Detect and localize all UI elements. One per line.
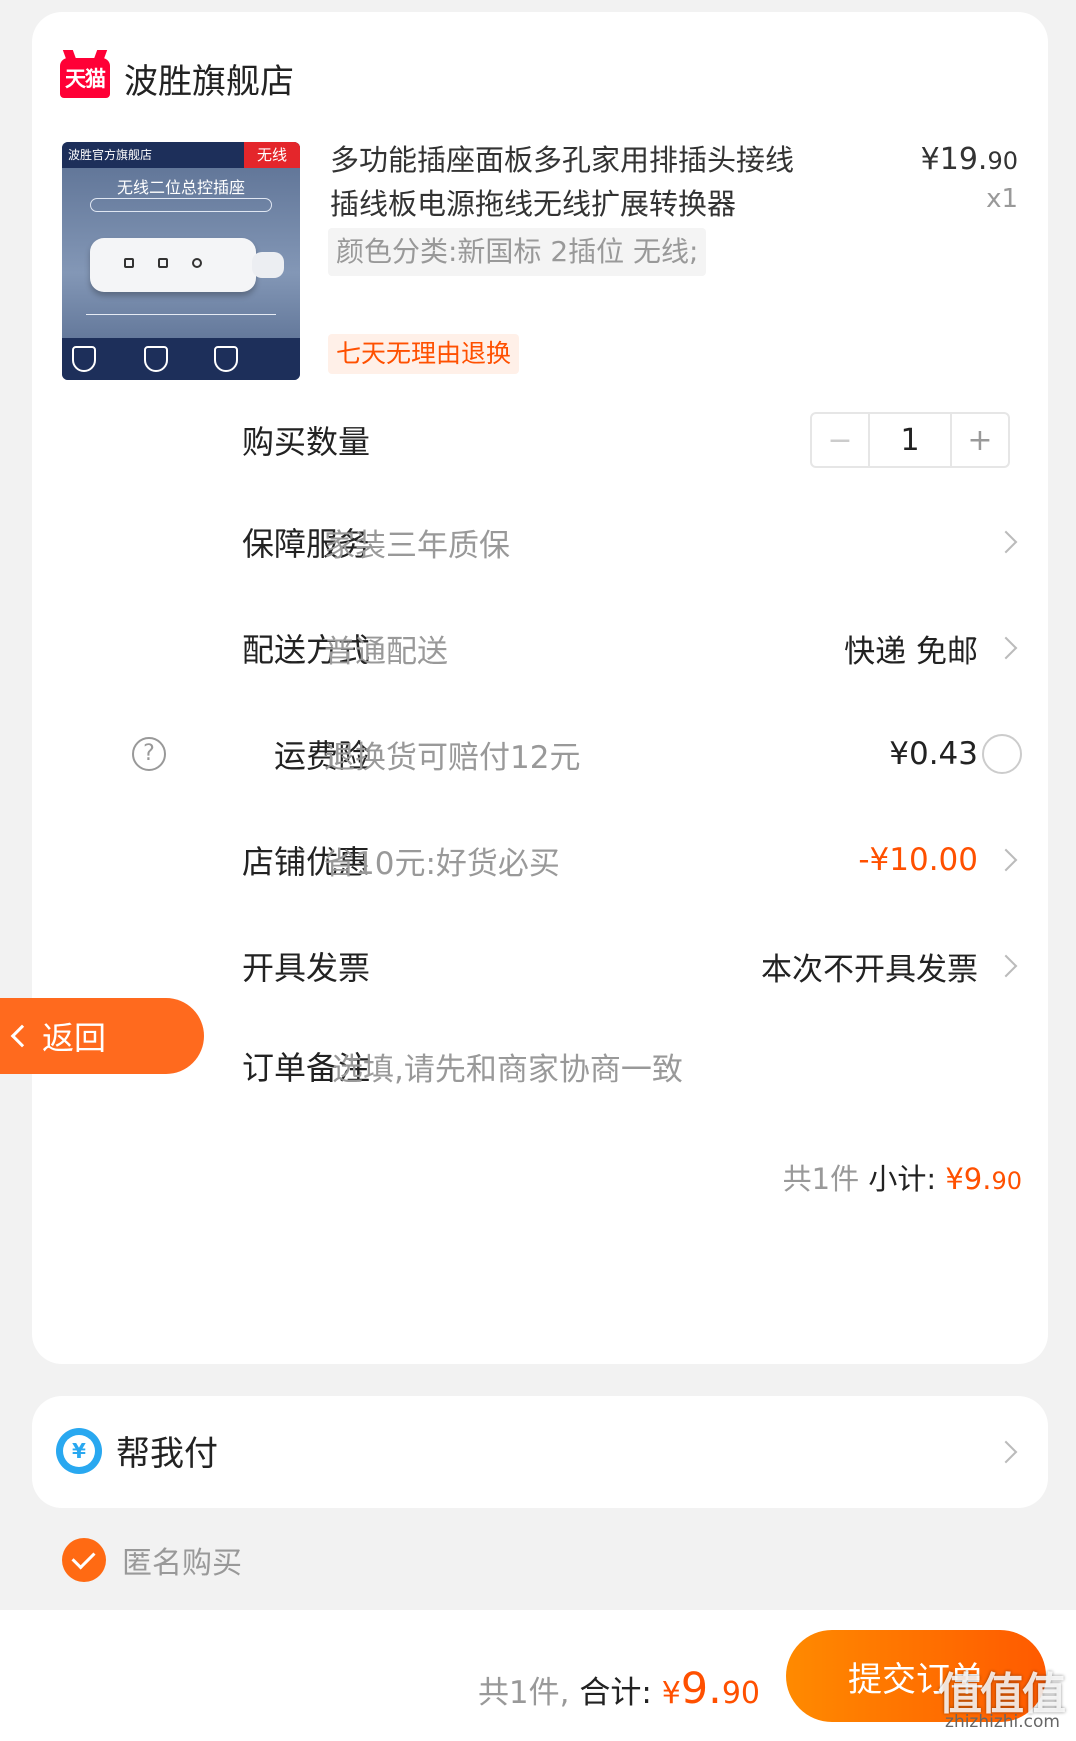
- shipping-insurance-value: 退换货可赔付12元: [324, 739, 581, 776]
- product-price: ¥19.90: [921, 142, 1018, 177]
- product-price-main: ¥19.: [920, 142, 988, 177]
- delivery-row[interactable]: 配送方式 普通配送 快递 免邮: [32, 618, 1048, 678]
- store-discount-amount: -¥10.00: [858, 842, 978, 878]
- thumbnail-feature-strip: [90, 198, 272, 212]
- subtotal: 共1件 小计: ¥9.90: [783, 1156, 1022, 1198]
- back-label: 返回: [42, 1019, 107, 1057]
- product-quantity: x1: [986, 184, 1018, 214]
- product-title[interactable]: 多功能插座面板多孔家用排插头接线插线板电源拖线无线扩展转换器: [330, 138, 816, 226]
- watermark-url: zhizhizhi.com: [945, 1712, 1060, 1732]
- outlet-icon: [124, 258, 134, 268]
- tmall-logo-icon: 天猫: [60, 58, 110, 98]
- store-name[interactable]: 波胜旗舰店: [124, 54, 294, 103]
- plug-image: [252, 252, 284, 278]
- socket-image: [90, 238, 256, 292]
- subtotal-price-main: ¥9.: [945, 1162, 992, 1196]
- product-thumbnail[interactable]: 波胜官方旗舰店 无线 无线二位总控插座: [62, 142, 300, 380]
- delivery-detail: 快递 免邮: [844, 633, 978, 670]
- subtotal-count: 共1件: [782, 1162, 860, 1196]
- shield-icon: [72, 346, 96, 372]
- quantity-label: 购买数量: [241, 423, 370, 461]
- checkmark-icon[interactable]: [62, 1538, 106, 1582]
- shipping-insurance-price: ¥0.43: [889, 736, 978, 772]
- checkout-bar: 共1件, 合计: ¥9.90 提交订单: [0, 1610, 1076, 1741]
- total-price: ¥9.90: [662, 1664, 760, 1714]
- back-button[interactable]: 返回: [0, 998, 204, 1074]
- chevron-right-icon: [994, 530, 1018, 554]
- total-count: 共1件,: [477, 1675, 570, 1711]
- thumbnail-tag: 无线: [244, 142, 300, 168]
- invoice-row[interactable]: 开具发票 本次不开具发票: [32, 936, 1048, 996]
- store-discount-row[interactable]: 店铺优惠 省10元:好货必买 -¥10.00: [32, 830, 1048, 890]
- dimension-line: [86, 314, 276, 315]
- service-row[interactable]: 保障服务 家装三年质保: [32, 512, 1048, 572]
- anonymous-purchase-label: 匿名购买: [122, 1546, 242, 1581]
- total-price-main: 9.: [680, 1664, 722, 1714]
- service-value: 家装三年质保: [324, 527, 510, 564]
- quantity-row: 购买数量 − 1 +: [32, 410, 1048, 470]
- quantity-stepper[interactable]: − 1 +: [810, 412, 1010, 468]
- total-summary: 共1件, 合计: ¥9.90: [478, 1664, 760, 1714]
- yuan-symbol: ¥: [63, 1435, 95, 1467]
- invoice-label: 开具发票: [241, 949, 370, 987]
- shipping-insurance-row: ? 运费险 退换货可赔付12元 ¥0.43: [32, 724, 1048, 784]
- subtotal-label: 小计:: [868, 1162, 937, 1196]
- chevron-right-icon: [994, 636, 1018, 660]
- anonymous-purchase-toggle[interactable]: 匿名购买: [62, 1538, 242, 1582]
- pay-for-me-row[interactable]: ¥ 帮我付: [32, 1396, 1048, 1508]
- thumbnail-bottom-band: [62, 338, 300, 380]
- help-icon[interactable]: ?: [132, 737, 166, 771]
- subtotal-price: ¥9.90: [945, 1162, 1022, 1196]
- product-price-cents: 90: [987, 147, 1018, 175]
- store-header[interactable]: 天猫 波胜旗舰店: [60, 48, 294, 108]
- total-currency: ¥: [661, 1676, 681, 1711]
- thumbnail-brand: 波胜官方旗舰店: [68, 148, 153, 162]
- shield-icon: [144, 346, 168, 372]
- yuan-coin-icon: ¥: [56, 1428, 102, 1474]
- total-label: 合计:: [579, 1675, 652, 1711]
- pay-for-me-label: 帮我付: [116, 1434, 218, 1474]
- switch-icon: [192, 258, 202, 268]
- outlet-icon: [158, 258, 168, 268]
- decrease-button[interactable]: −: [812, 414, 870, 466]
- total-price-cents: 90: [721, 1676, 760, 1711]
- return-policy-badge: 七天无理由退换: [328, 334, 520, 374]
- invoice-value: 本次不开具发票: [761, 951, 978, 988]
- shield-icon: [214, 346, 238, 372]
- chevron-right-icon: [994, 954, 1018, 978]
- increase-button[interactable]: +: [950, 414, 1008, 466]
- sku-spec: 颜色分类:新国标 2插位 无线;: [328, 228, 707, 276]
- subtotal-price-cents: 90: [991, 1167, 1022, 1195]
- quantity-input[interactable]: 1: [870, 414, 950, 466]
- chevron-right-icon: [994, 848, 1018, 872]
- shipping-insurance-radio[interactable]: [982, 734, 1022, 774]
- store-discount-value: 省10元:好货必买: [324, 845, 560, 882]
- chevron-right-icon: [994, 1440, 1018, 1464]
- thumbnail-title: 无线二位总控插座: [116, 178, 245, 197]
- delivery-value: 普通配送: [324, 633, 448, 670]
- store-order-card: 天猫 波胜旗舰店 波胜官方旗舰店 无线 无线二位总控插座 多功能插座面板多孔家用…: [32, 12, 1048, 1364]
- chevron-left-icon: [10, 1024, 34, 1048]
- order-note-input[interactable]: 选填,请先和商家协商一致: [332, 1044, 683, 1089]
